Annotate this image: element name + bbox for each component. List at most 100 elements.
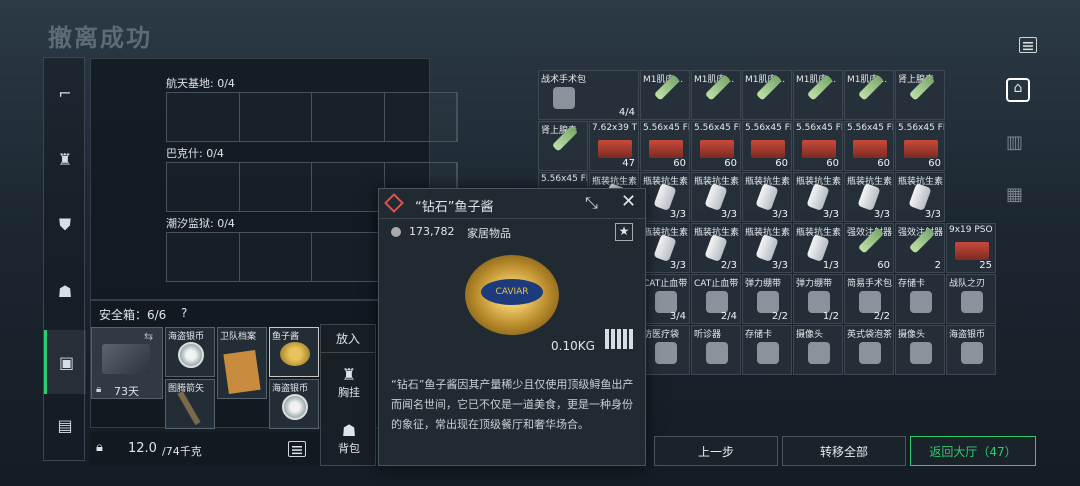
inventory-item[interactable]: CAT止血带 3/4: [640, 274, 690, 324]
inventory-item[interactable]: 5.56x45 FMJ 60: [844, 121, 894, 171]
item-name: 存储卡: [745, 330, 773, 340]
container-icon[interactable]: ⌂: [1006, 78, 1030, 102]
list-menu-icon[interactable]: [1019, 37, 1037, 53]
chest-rig-button[interactable]: ♜ 胸挂: [321, 365, 377, 400]
inventory-item[interactable]: 5.56x45 FMJ 60: [793, 121, 843, 171]
inventory-item[interactable]: M1肌肉...: [640, 70, 690, 120]
transfer-all-button[interactable]: 转移全部: [782, 436, 906, 466]
safebox-nav-icon[interactable]: ▣: [44, 330, 86, 394]
inventory-item[interactable]: 瓶装抗生素 3/3: [895, 172, 945, 222]
briefcase-icon[interactable]: ▤: [44, 410, 86, 440]
item-icon: [757, 291, 779, 313]
inventory-item[interactable]: 防医疗袋: [640, 325, 690, 375]
ammo-box-icon: [700, 140, 734, 158]
item-count: 60: [724, 158, 737, 169]
inventory-item[interactable]: 简易手术包 2/2: [844, 274, 894, 324]
item-icon: [706, 291, 728, 313]
inventory-item[interactable]: 5.56x45 FMJ 60: [895, 121, 945, 171]
inventory-item[interactable]: 摄像头: [793, 325, 843, 375]
return-lobby-button[interactable]: 返回大厅（47）: [910, 436, 1036, 466]
inventory-item[interactable]: 5.56x45 FMJ 60: [640, 121, 690, 171]
inventory-item[interactable]: 瓶装抗生素 2/3: [691, 223, 741, 273]
inventory-item[interactable]: M1肌肉...: [691, 70, 741, 120]
inventory-item[interactable]: 瓶装抗生素 3/3: [793, 172, 843, 222]
inventory-item[interactable]: 存储卡: [895, 274, 945, 324]
backpack-button[interactable]: ☗ 背包: [321, 421, 377, 456]
inventory-item[interactable]: 瓶装抗生素 3/3: [844, 172, 894, 222]
inventory-item[interactable]: M1肌肉...: [742, 70, 792, 120]
inventory-item[interactable]: 摄像头: [895, 325, 945, 375]
safebox-item[interactable]: 图腾箭矢: [165, 379, 215, 429]
item-name: 鱼子酱: [272, 332, 300, 342]
weight-bar: 🔒︎ 12.0 /74千克: [90, 432, 320, 466]
task-slots[interactable]: [166, 92, 458, 142]
inventory-item[interactable]: 7.62x39 T 47: [589, 121, 639, 171]
inventory-item[interactable]: 5.56x45 FMJ 60: [691, 121, 741, 171]
safebox-item[interactable]: 鱼子酱: [269, 327, 319, 377]
sort-list-icon[interactable]: [288, 441, 306, 457]
task-label: 潮汐监狱: 0/4: [166, 217, 235, 230]
rarity-diamond-icon: [384, 193, 404, 213]
popup-title: “钻石”鱼子酱: [415, 200, 494, 215]
backpack-icon[interactable]: ☗: [44, 276, 86, 306]
inventory-item[interactable]: 瓶装抗生素 3/3: [640, 223, 690, 273]
item-icon: [961, 291, 983, 313]
item-weight: 0.10KG: [551, 339, 595, 353]
inventory-item[interactable]: 战术手术包 4/4: [538, 70, 639, 120]
inventory-item[interactable]: M1肌肉...: [793, 70, 843, 120]
coin-small-icon: [391, 227, 401, 237]
inventory-item[interactable]: 瓶装抗生素 3/3: [691, 172, 741, 222]
inventory-item[interactable]: 听诊器: [691, 325, 741, 375]
help-icon[interactable]: ?: [181, 306, 187, 320]
inventory-item[interactable]: 弹力绷带 1/2: [793, 274, 843, 324]
prev-button[interactable]: 上一步: [654, 436, 778, 466]
safebox-item[interactable]: 卫队档案: [217, 327, 267, 399]
inventory-item[interactable]: 肾上腺素: [538, 121, 588, 171]
swap-icon[interactable]: ⇆: [144, 330, 153, 343]
item-name: 图腾箭矢: [168, 384, 205, 394]
item-name: 存储卡: [898, 279, 926, 289]
item-icon: [655, 342, 677, 364]
collapse-icon[interactable]: ⤡: [585, 193, 598, 213]
item-icon: [961, 342, 983, 364]
coin-icon: [282, 394, 308, 420]
item-icon: [910, 291, 932, 313]
inventory-item[interactable]: 存储卡: [742, 325, 792, 375]
inventory-item[interactable]: M1肌肉...: [844, 70, 894, 120]
inventory-item[interactable]: 海盗银币: [946, 325, 996, 375]
inventory-item[interactable]: CAT止血带 2/4: [691, 274, 741, 324]
bottle-icon: [806, 182, 830, 212]
popup-header: “钻石”鱼子酱 ⤡ ✕: [379, 189, 647, 219]
inventory-item[interactable]: 英式袋泡茶: [844, 325, 894, 375]
put-in-button[interactable]: 放入: [321, 325, 375, 353]
inventory-item[interactable]: 肾上腺素: [895, 70, 945, 120]
inventory-item[interactable]: 战队之刃: [946, 274, 996, 324]
item-name: CAT止血带: [694, 279, 739, 289]
inventory-item[interactable]: 5.56x45 FMJ 60: [742, 121, 792, 171]
safebox-item[interactable]: 海盗银币: [165, 327, 215, 377]
inventory-item[interactable]: 瓶装抗生素 3/3: [742, 223, 792, 273]
inventory-item[interactable]: 9x19 PSO 25: [946, 223, 996, 273]
days-left: 73天: [114, 385, 139, 398]
close-icon[interactable]: ✕: [621, 191, 636, 212]
item-count: 3/3: [720, 209, 737, 220]
armor-icon[interactable]: ♜: [44, 144, 86, 174]
inventory-item[interactable]: 强效注射器 60: [844, 223, 894, 273]
ammo-box-icon: [751, 140, 785, 158]
item-icon: [706, 342, 728, 364]
vest-icon[interactable]: ⛊: [44, 210, 86, 240]
inventory-item[interactable]: 弹力绷带 2/2: [742, 274, 792, 324]
inventory-item[interactable]: 瓶装抗生素 3/3: [742, 172, 792, 222]
inventory-item[interactable]: 瓶装抗生素 1/3: [793, 223, 843, 273]
safebox-item[interactable]: 海盗银币: [269, 379, 319, 429]
cabinet-icon[interactable]: ▦: [1006, 184, 1023, 205]
item-name: CAT止血带: [643, 279, 688, 289]
arrow-icon: [177, 390, 201, 426]
safebox-container[interactable]: ⇆ 🔒︎ 73天: [91, 327, 163, 399]
inventory-item[interactable]: 强效注射器 2: [895, 223, 945, 273]
ammo-box-icon: [649, 140, 683, 158]
inventory-item[interactable]: 瓶装抗生素 3/3: [640, 172, 690, 222]
favorite-star-icon[interactable]: ★: [615, 223, 633, 241]
gun-icon[interactable]: ⌐: [44, 78, 86, 108]
shelf-icon[interactable]: ▥: [1006, 132, 1023, 153]
